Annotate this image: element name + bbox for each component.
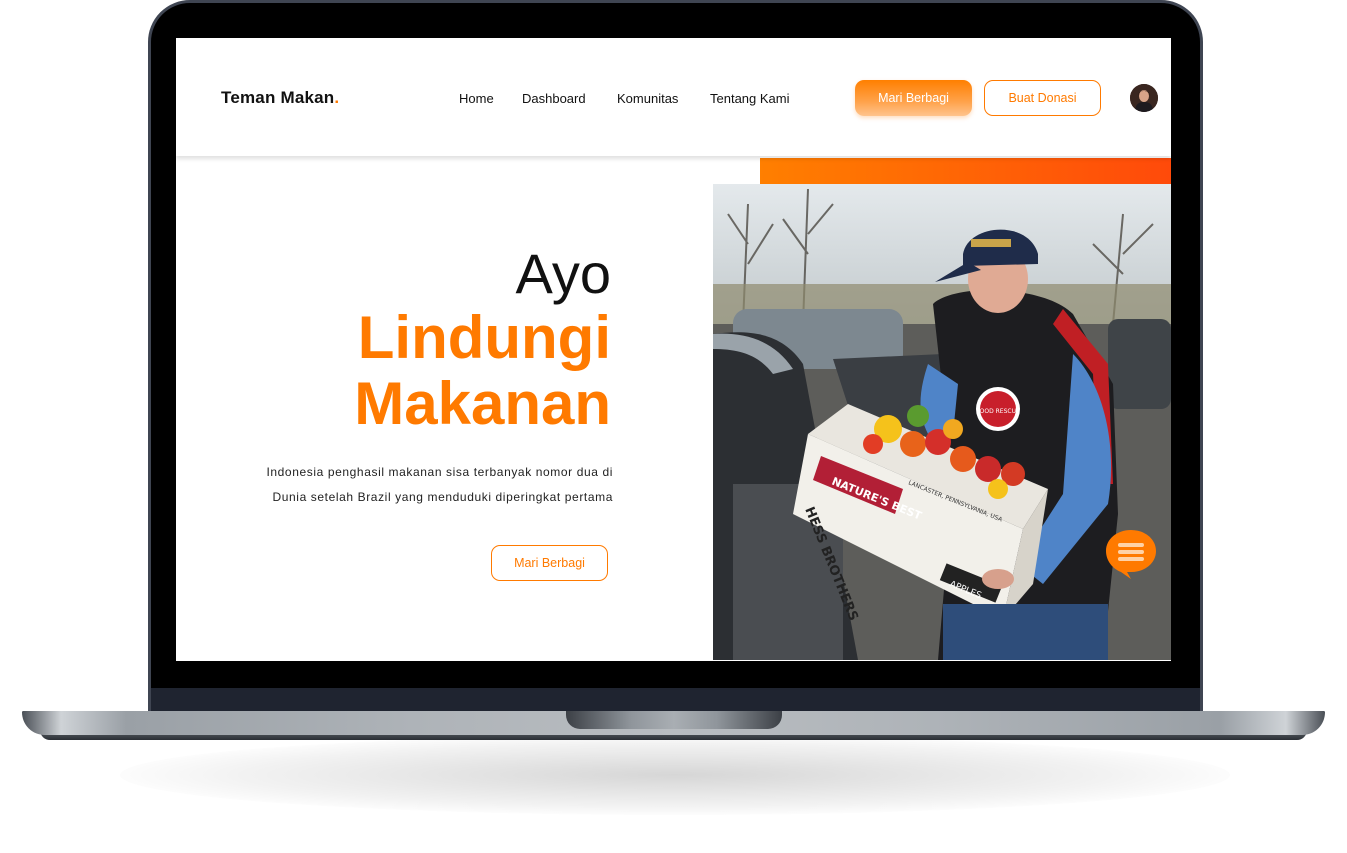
laptop-bezel-bottom bbox=[151, 688, 1200, 712]
hero-photo: FOOD RESCUE NATURE'S BEST HESS BROTHERS … bbox=[713, 184, 1171, 660]
hero-title-line-2: Lindungi bbox=[357, 304, 611, 371]
nav-tentang-kami[interactable]: Tentang Kami bbox=[710, 91, 790, 106]
brand-logo[interactable]: Teman Makan. bbox=[221, 88, 339, 108]
avatar-icon bbox=[1130, 84, 1158, 112]
hero-title-line-3: Makanan bbox=[354, 370, 611, 437]
chat-button[interactable] bbox=[1105, 528, 1157, 580]
buat-donasi-button[interactable]: Buat Donasi bbox=[984, 80, 1101, 116]
volunteer-with-produce-box-illustration: FOOD RESCUE NATURE'S BEST HESS BROTHERS … bbox=[713, 184, 1171, 660]
navbar: Teman Makan. Home Dashboard Komunitas Te… bbox=[176, 38, 1171, 156]
nav-dashboard[interactable]: Dashboard bbox=[522, 91, 586, 106]
chat-bubble-icon bbox=[1106, 530, 1156, 579]
shirt-badge-text: FOOD RESCUE bbox=[976, 408, 1020, 415]
nav-home[interactable]: Home bbox=[459, 91, 494, 106]
decorative-orange-bar bbox=[760, 158, 1171, 184]
brand-dot: . bbox=[334, 88, 340, 107]
user-avatar[interactable] bbox=[1130, 84, 1158, 112]
mari-berbagi-hero-button[interactable]: Mari Berbagi bbox=[491, 545, 608, 581]
laptop-shadow bbox=[120, 735, 1230, 815]
nav-komunitas[interactable]: Komunitas bbox=[617, 91, 678, 106]
hero-description: Indonesia penghasil makanan sisa terbany… bbox=[266, 465, 613, 504]
website-screen: Teman Makan. Home Dashboard Komunitas Te… bbox=[176, 38, 1171, 661]
brand-name: Teman Makan bbox=[221, 88, 335, 107]
laptop-notch bbox=[566, 711, 782, 729]
hero-title: Ayo Lindungi Makanan bbox=[354, 246, 611, 434]
hero-title-line-1: Ayo bbox=[515, 242, 611, 305]
mari-berbagi-nav-button[interactable]: Mari Berbagi bbox=[855, 80, 972, 116]
